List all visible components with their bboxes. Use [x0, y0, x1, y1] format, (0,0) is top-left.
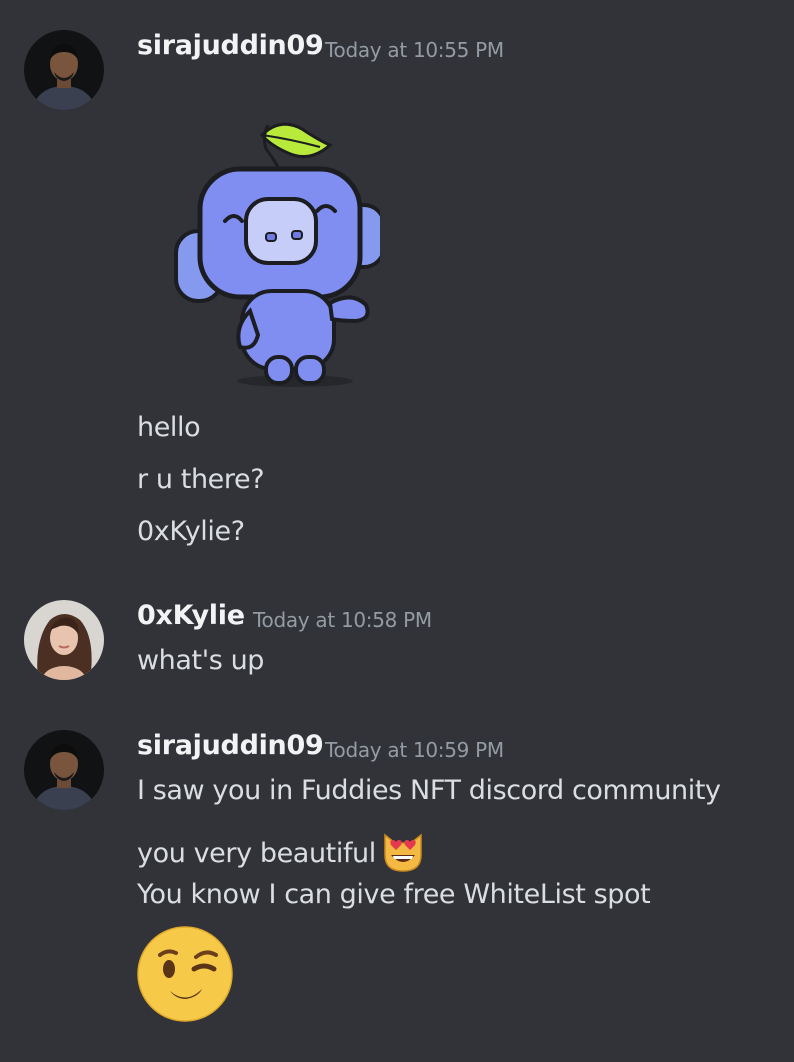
message-text-line: you very beautiful — [137, 827, 427, 882]
message-author[interactable]: sirajuddin09 — [137, 30, 324, 61]
message-timestamp: Today at 10:55 PM — [325, 38, 504, 62]
heart-eyes-cat-emoji — [379, 827, 427, 882]
message-timestamp: Today at 10:59 PM — [325, 738, 504, 762]
message-text: You know I can give free WhiteList spot — [137, 879, 651, 910]
message-text: I saw you in Fuddies NFT discord communi… — [137, 775, 721, 806]
user-avatar-image — [24, 730, 104, 810]
user-avatar-image — [24, 30, 104, 110]
avatar[interactable] — [24, 30, 104, 110]
user-avatar-image — [24, 600, 104, 680]
message-text: 0xKylie? — [137, 516, 245, 547]
message-text: you very beautiful — [137, 838, 376, 869]
message-timestamp: Today at 10:58 PM — [253, 608, 432, 632]
message-text: r u there? — [137, 464, 265, 495]
message-text: hello — [137, 412, 201, 443]
winking-face-emoji — [137, 926, 233, 1022]
avatar[interactable] — [24, 600, 104, 680]
wumpus-sticker — [174, 122, 380, 387]
message-author[interactable]: sirajuddin09 — [137, 730, 324, 761]
chat-messages: sirajuddin09 Today at 10:55 PM hello r u… — [0, 0, 794, 1062]
avatar[interactable] — [24, 730, 104, 810]
message-text: what's up — [137, 645, 265, 676]
message-author[interactable]: 0xKylie — [137, 600, 245, 631]
